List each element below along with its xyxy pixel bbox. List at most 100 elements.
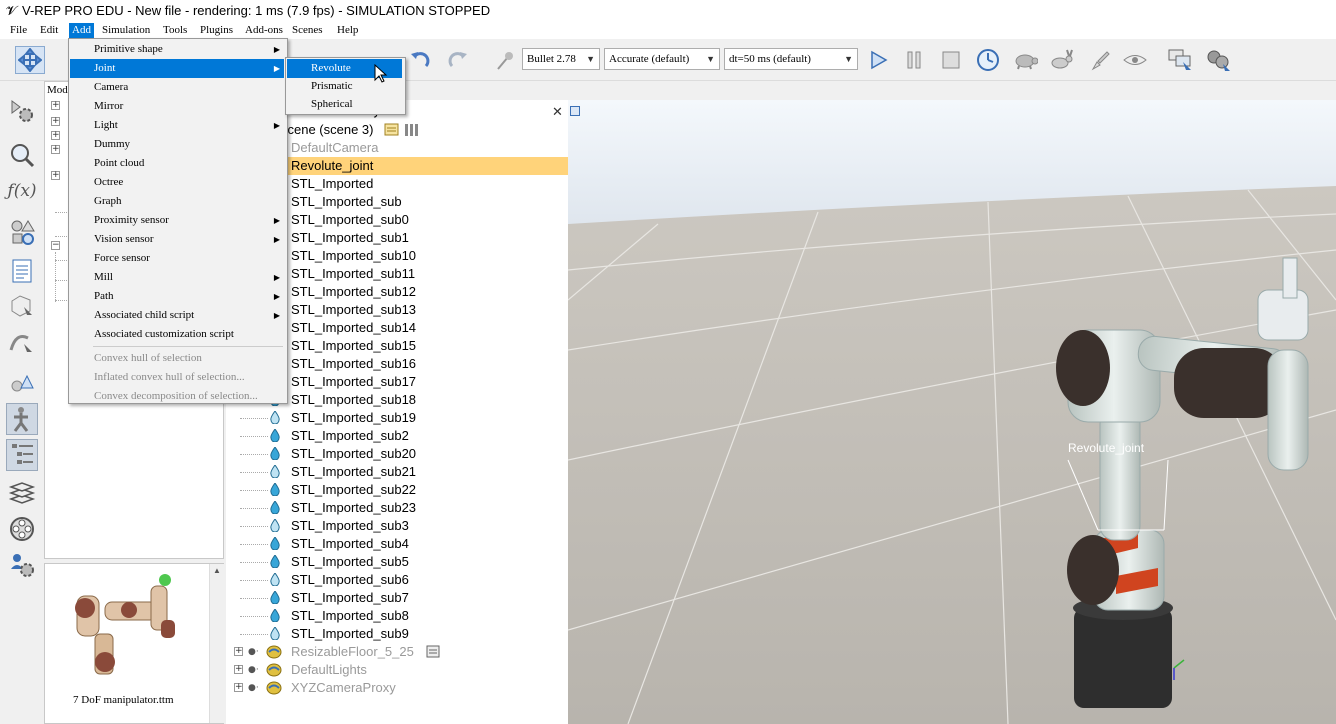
add-menu-item[interactable]: Force sensor — [70, 249, 284, 268]
calculation-modules-button[interactable]: ƒ(x) — [6, 175, 38, 207]
scene-selector-button[interactable] — [1203, 46, 1233, 74]
visibility-dots-icon[interactable]: ●· — [248, 661, 259, 679]
add-menu-item[interactable]: Path ▶ — [70, 287, 284, 306]
expand-icon[interactable]: + — [51, 117, 60, 126]
scene-hierarchy-toggle-button[interactable] — [6, 439, 38, 471]
collapse-icon[interactable]: − — [51, 241, 60, 250]
pause-simulation-button[interactable] — [899, 46, 929, 74]
view-restore-icon[interactable] — [570, 106, 580, 116]
add-menu-item[interactable]: Mill ▶ — [70, 268, 284, 287]
add-menu-item[interactable]: Mirror — [70, 97, 284, 116]
layers-button[interactable] — [6, 477, 38, 509]
page-selector-button[interactable] — [1165, 46, 1195, 74]
visualization-toggle-button[interactable] — [1120, 46, 1150, 74]
expand-icon[interactable]: + — [234, 683, 243, 692]
shape-edit-button[interactable] — [6, 289, 38, 321]
scroll-up-icon[interactable]: ▲ — [213, 566, 221, 575]
hierarchy-row[interactable]: STL_Imported_sub7 — [226, 589, 568, 607]
visibility-dots-icon[interactable]: ●· — [248, 643, 259, 661]
scene-viewport[interactable]: Revolute_joint — [568, 100, 1336, 724]
hierarchy-row[interactable]: STL_Imported_sub5 — [226, 553, 568, 571]
accuracy-select[interactable]: Accurate (default) ▼ — [604, 48, 720, 70]
hierarchy-row[interactable]: + ●· DefaultLights — [226, 661, 568, 679]
start-simulation-button[interactable] — [863, 46, 893, 74]
submenu-arrow-icon: ▶ — [273, 311, 280, 320]
expand-icon[interactable]: + — [51, 145, 60, 154]
shape-drop-icon — [270, 447, 280, 460]
menu-help[interactable]: Help — [334, 23, 361, 38]
hierarchy-row[interactable]: STL_Imported_sub20 — [226, 445, 568, 463]
menu-add[interactable]: Add — [69, 23, 94, 38]
stop-simulation-button[interactable] — [936, 46, 966, 74]
scripts-button[interactable] — [6, 255, 38, 287]
thread-rendering-button[interactable] — [1085, 46, 1115, 74]
add-menu-item[interactable]: Camera — [70, 78, 284, 97]
menu-simulation[interactable]: Simulation — [99, 23, 153, 38]
hierarchy-row[interactable]: STL_Imported_sub3 — [226, 517, 568, 535]
slow-down-button[interactable] — [1010, 46, 1040, 74]
video-recorder-button[interactable] — [6, 513, 38, 545]
menu-tools[interactable]: Tools — [160, 23, 190, 38]
simulation-settings-button[interactable] — [6, 95, 38, 127]
add-menu-item[interactable]: Point cloud — [70, 154, 284, 173]
manipulator-thumbnail[interactable] — [65, 568, 185, 692]
add-menu-item[interactable]: Proximity sensor ▶ — [70, 211, 284, 230]
model-thumbnail-caption: 7 DoF manipulator.ttm — [73, 694, 174, 706]
add-menu-item[interactable]: Dummy — [70, 135, 284, 154]
physics-engine-select[interactable]: Bullet 2.78 ▼ — [522, 48, 600, 70]
redo-button[interactable] — [443, 46, 473, 74]
menu-file[interactable]: File — [7, 23, 30, 38]
close-icon[interactable]: ✕ — [552, 105, 563, 120]
scene-3d-render[interactable]: Revolute_joint — [568, 100, 1336, 724]
visibility-dots-icon[interactable]: ●· — [248, 679, 259, 697]
model-browser-toggle-button[interactable] — [6, 403, 38, 435]
add-menu-item[interactable]: Graph — [70, 192, 284, 211]
add-menu-item[interactable]: Light ▶ — [70, 116, 284, 135]
add-menu-item[interactable]: Associated child script ▶ — [70, 306, 284, 325]
thumbnail-scrollbar[interactable]: ▲ — [209, 564, 224, 723]
expand-icon[interactable]: + — [234, 665, 243, 674]
scene-script-icon[interactable] — [384, 123, 400, 137]
script-icon[interactable] — [426, 645, 440, 658]
hierarchy-row[interactable]: + ●· ResizableFloor_5_25 — [226, 643, 568, 661]
hierarchy-row[interactable]: STL_Imported_sub19 — [226, 409, 568, 427]
hierarchy-row[interactable]: STL_Imported_sub23 — [226, 499, 568, 517]
scene-tags-icon[interactable] — [404, 123, 420, 137]
hierarchy-row[interactable]: STL_Imported_sub2 — [226, 427, 568, 445]
dynamics-toggle-button[interactable] — [490, 46, 520, 74]
speed-up-button[interactable] — [1047, 46, 1077, 74]
hierarchy-row[interactable]: STL_Imported_sub9 — [226, 625, 568, 643]
hierarchy-row[interactable]: STL_Imported_sub21 — [226, 463, 568, 481]
object-properties-button[interactable] — [6, 139, 38, 171]
path-edit-button[interactable] — [6, 326, 38, 358]
expand-icon[interactable]: + — [51, 131, 60, 140]
hierarchy-row[interactable]: STL_Imported_sub6 — [226, 571, 568, 589]
hierarchy-row[interactable]: STL_Imported_sub8 — [226, 607, 568, 625]
shape-drop-icon — [270, 591, 280, 604]
dummy-object-icon — [266, 645, 282, 659]
expand-icon[interactable]: + — [51, 171, 60, 180]
hierarchy-row[interactable]: STL_Imported_sub22 — [226, 481, 568, 499]
add-menu-item[interactable]: Associated customization script — [70, 325, 284, 344]
menu-plugins[interactable]: Plugins — [197, 23, 236, 38]
move-tool-button[interactable] — [15, 46, 45, 74]
user-settings-button[interactable] — [6, 549, 38, 581]
timestep-select[interactable]: dt=50 ms (default) ▼ — [724, 48, 858, 70]
add-menu-item[interactable]: Vision sensor ▶ — [70, 230, 284, 249]
pause-icon — [907, 51, 921, 69]
realtime-button[interactable] — [973, 46, 1003, 74]
expand-icon[interactable]: + — [51, 101, 60, 110]
expand-icon[interactable]: + — [234, 647, 243, 656]
collections-button[interactable] — [6, 216, 38, 248]
menu-addons[interactable]: Add-ons — [242, 23, 286, 38]
add-menu-item[interactable]: Joint ▶ — [70, 59, 284, 78]
add-menu-item[interactable]: Primitive shape ▶ — [70, 40, 284, 59]
hierarchy-row[interactable]: + ●· XYZCameraProxy — [226, 679, 568, 697]
menu-edit[interactable]: Edit — [37, 23, 61, 38]
menu-scenes[interactable]: Scenes — [289, 23, 326, 38]
add-menu-item[interactable]: Octree — [70, 173, 284, 192]
undo-button[interactable] — [405, 46, 435, 74]
joint-submenu-item[interactable]: Spherical — [287, 95, 402, 114]
selection-button[interactable] — [6, 366, 38, 398]
hierarchy-row[interactable]: STL_Imported_sub4 — [226, 535, 568, 553]
